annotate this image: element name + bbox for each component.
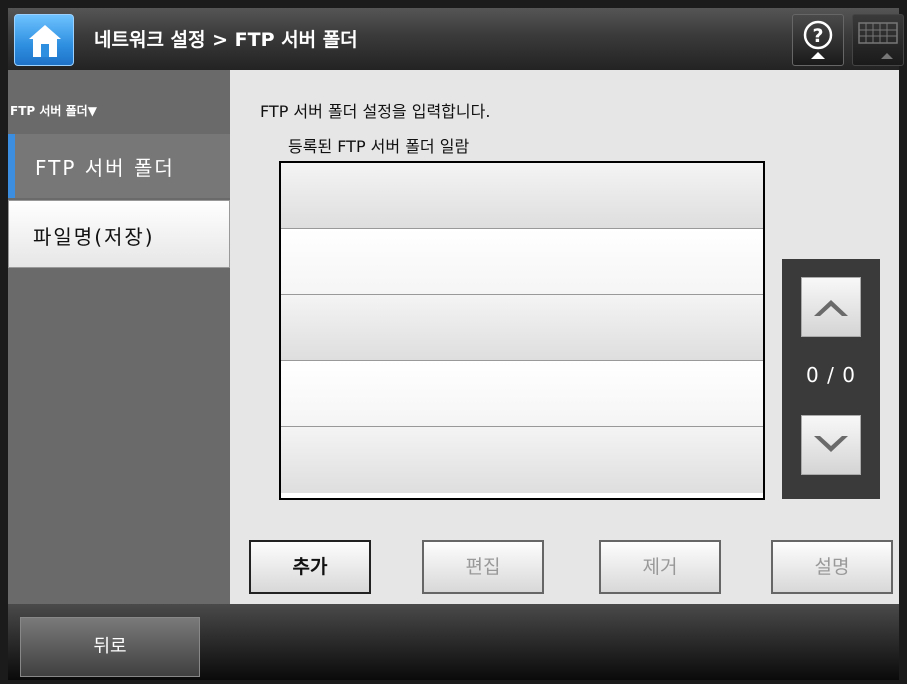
help-button[interactable]: ? <box>792 14 844 66</box>
page-down-button[interactable] <box>801 415 861 475</box>
main-panel: FTP 서버 폴더 설정을 입력합니다. 등록된 FTP 서버 폴더 일람 0 … <box>230 70 899 604</box>
keyboard-button[interactable] <box>852 14 904 66</box>
home-button[interactable] <box>14 14 74 66</box>
list-item[interactable] <box>281 427 763 493</box>
keyboard-icon <box>858 22 898 59</box>
back-button[interactable]: 뒤로 <box>20 617 200 677</box>
list-label: 등록된 FTP 서버 폴더 일람 <box>288 137 470 156</box>
sidebar-item-file-name-save[interactable]: 파일명(저장) <box>8 200 230 268</box>
sidebar-item-ftp-server-folder[interactable]: FTP 서버 폴더 <box>8 134 230 198</box>
description-text: FTP 서버 폴더 설정을 입력합니다. <box>260 102 491 121</box>
footer-bar: 뒤로 <box>8 604 899 680</box>
help-icon: ? <box>803 20 833 59</box>
remove-button[interactable]: 제거 <box>599 540 721 594</box>
chevron-up-icon <box>814 300 848 316</box>
sidebar-item-label: FTP 서버 폴더 <box>35 156 175 180</box>
list-pager: 0 / 0 <box>782 259 880 499</box>
sidebar-dropdown[interactable]: FTP 서버 폴더▼ <box>10 102 97 119</box>
edit-button[interactable]: 편집 <box>422 540 544 594</box>
page-up-button[interactable] <box>801 277 861 337</box>
app-window: 네트워크 설정 > FTP 서버 폴더 ? FTP 서버 폴더▼ FTP 서버 … <box>8 8 904 680</box>
list-item[interactable] <box>281 229 763 295</box>
ftp-folder-list <box>279 161 765 500</box>
header-bar: 네트워크 설정 > FTP 서버 폴더 ? <box>8 8 904 70</box>
list-item[interactable] <box>281 295 763 361</box>
svg-text:?: ? <box>812 25 823 47</box>
page-counter: 0 / 0 <box>806 363 856 387</box>
home-icon <box>29 25 61 57</box>
add-button[interactable]: 추가 <box>249 540 371 594</box>
sidebar: FTP 서버 폴더▼ FTP 서버 폴더 파일명(저장) <box>8 70 230 604</box>
page-title: 네트워크 설정 > FTP 서버 폴더 <box>94 29 358 51</box>
chevron-down-icon <box>814 436 848 452</box>
info-button[interactable]: 설명 <box>771 540 893 594</box>
sidebar-item-label: 파일명(저장) <box>33 225 155 249</box>
list-item[interactable] <box>281 163 763 229</box>
list-item[interactable] <box>281 361 763 427</box>
